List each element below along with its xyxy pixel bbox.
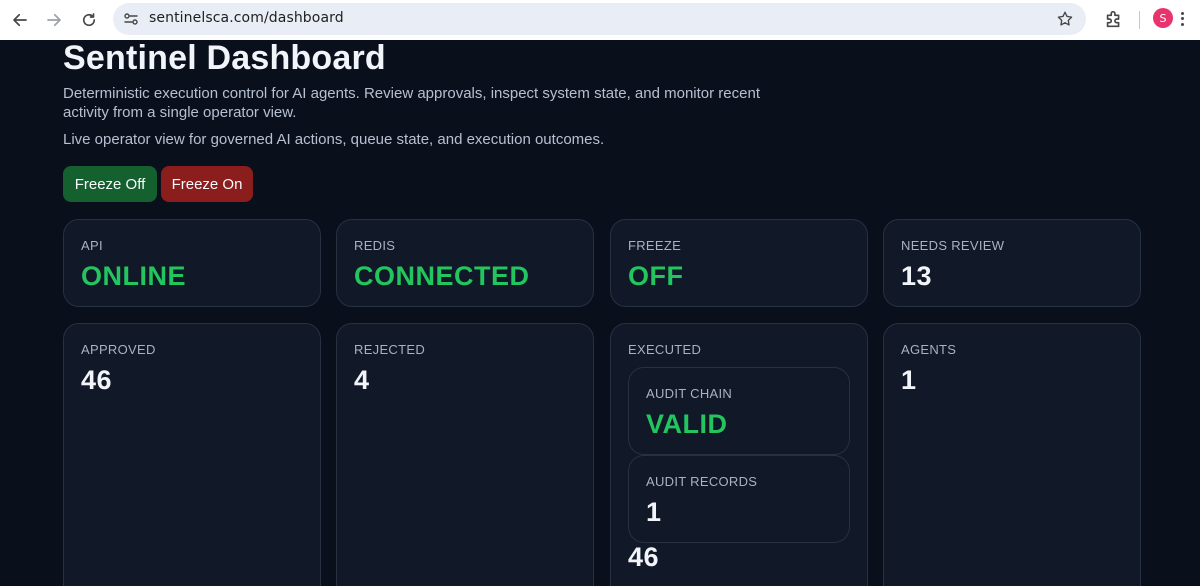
card-label: AUDIT CHAIN [646, 386, 733, 401]
audit-records-card: AUDIT RECORDS 1 [628, 455, 850, 543]
card-label: NEEDS REVIEW [901, 238, 1005, 253]
executed-card: EXECUTED AUDIT CHAIN VALID AUDIT RECORDS… [610, 323, 868, 586]
freeze-status-card: FREEZE OFF [610, 219, 868, 307]
rejected-value: 4 [354, 365, 370, 395]
page-subtitle: Live operator view for governed AI actio… [63, 131, 605, 148]
card-label: API [81, 238, 103, 253]
executed-value: 46 [628, 542, 660, 572]
card-label: REJECTED [354, 342, 426, 357]
card-label: REDIS [354, 238, 396, 253]
approved-card: APPROVED 46 [63, 323, 321, 586]
page-title: Sentinel Dashboard [63, 40, 386, 77]
card-label: APPROVED [81, 342, 156, 357]
api-status-card: API ONLINE [63, 219, 321, 307]
site-settings-icon[interactable] [123, 11, 139, 27]
needs-review-card: NEEDS REVIEW 13 [883, 219, 1141, 307]
audit-records-value: 1 [646, 497, 662, 527]
card-label: EXECUTED [628, 342, 702, 357]
freeze-on-button[interactable]: Freeze On [161, 166, 253, 202]
bookmark-star-icon[interactable] [1056, 10, 1074, 28]
browser-toolbar: sentinelsca.com/dashboard S [0, 0, 1200, 40]
arrow-right-icon [47, 13, 61, 27]
profile-avatar[interactable]: S [1153, 8, 1173, 28]
audit-chain-value: VALID [646, 409, 728, 439]
dashboard-page: Sentinel Dashboard Deterministic executi… [0, 40, 1200, 586]
agents-card: AGENTS 1 [883, 323, 1141, 586]
card-label: FREEZE [628, 238, 682, 253]
freeze-off-button[interactable]: Freeze Off [63, 166, 157, 202]
forward-button[interactable] [42, 8, 66, 32]
card-label: AUDIT RECORDS [646, 474, 758, 489]
url-text[interactable]: sentinelsca.com/dashboard [149, 10, 344, 26]
toolbar-divider [1139, 11, 1140, 29]
audit-chain-card: AUDIT CHAIN VALID [628, 367, 850, 455]
card-label: AGENTS [901, 342, 957, 357]
redis-status-value: CONNECTED [354, 261, 530, 291]
reload-icon [82, 13, 96, 27]
agents-value: 1 [901, 365, 917, 395]
page-description: Deterministic execution control for AI a… [63, 85, 760, 121]
freeze-status-value: OFF [628, 261, 684, 291]
reload-button[interactable] [77, 8, 101, 32]
back-button[interactable] [8, 8, 32, 32]
arrow-left-icon [13, 13, 27, 27]
approved-value: 46 [81, 365, 113, 395]
redis-status-card: REDIS CONNECTED [336, 219, 594, 307]
needs-review-value: 13 [901, 261, 933, 291]
rejected-card: REJECTED 4 [336, 323, 594, 586]
address-bar[interactable]: sentinelsca.com/dashboard [113, 3, 1086, 35]
browser-menu-kebab-icon[interactable] [1180, 10, 1184, 28]
extensions-puzzle-icon[interactable] [1103, 8, 1125, 30]
api-status-value: ONLINE [81, 261, 187, 291]
